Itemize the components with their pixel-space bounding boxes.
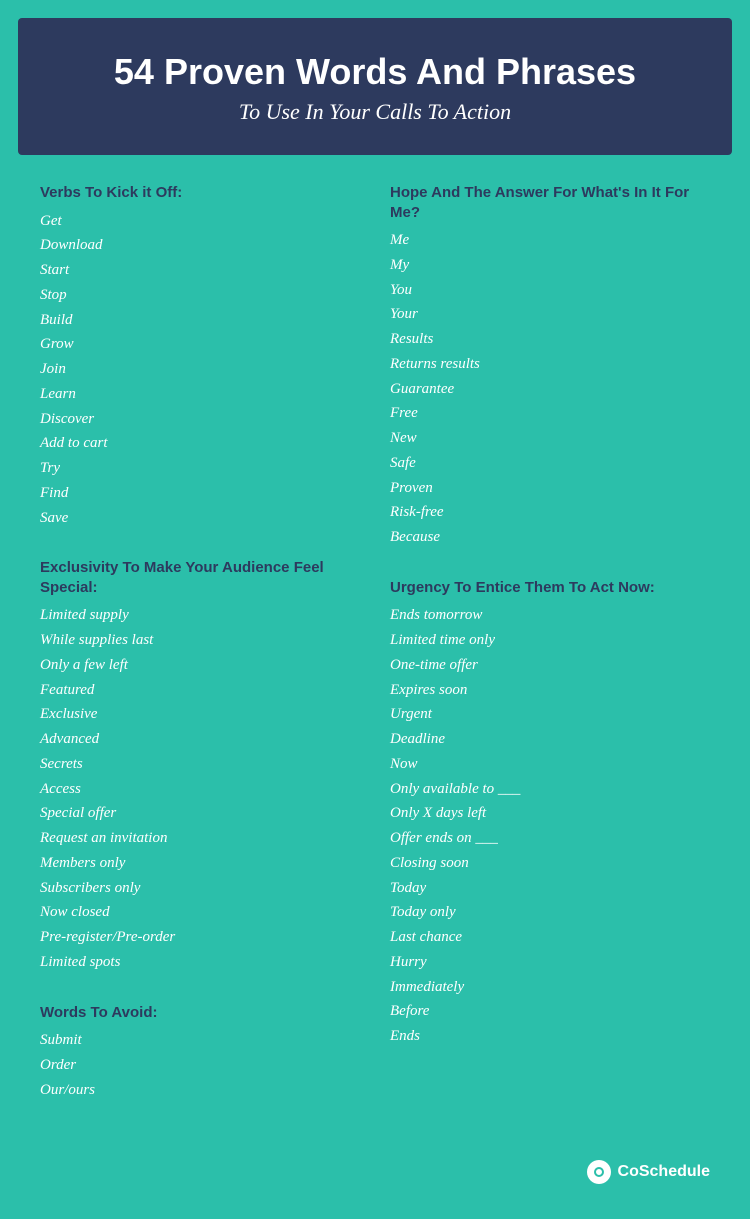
list-item: Learn <box>40 382 360 407</box>
list-item: Build <box>40 308 360 333</box>
section-items-urgency: Ends tomorrow Limited time only One-time… <box>390 603 710 1049</box>
list-item: Urgent <box>390 702 710 727</box>
list-item: Add to cart <box>40 431 360 456</box>
footer: CoSchedule <box>0 1150 750 1189</box>
section-items-exclusivity: Limited supply While supplies last Only … <box>40 603 360 974</box>
brand-name: CoSchedule <box>618 1163 710 1181</box>
list-item: Get <box>40 209 360 234</box>
list-item: Join <box>40 357 360 382</box>
list-item: Secrets <box>40 752 360 777</box>
section-title-exclusivity: Exclusivity To Make Your Audience Feel S… <box>40 558 360 597</box>
list-item: Submit <box>40 1028 360 1053</box>
list-item: One-time offer <box>390 653 710 678</box>
list-item: Ends <box>390 1024 710 1049</box>
brand-icon-inner <box>594 1167 604 1177</box>
list-item: Deadline <box>390 727 710 752</box>
list-item: Today <box>390 876 710 901</box>
section-title-avoid: Words To Avoid: <box>40 1003 360 1023</box>
section-verbs: Verbs To Kick it Off: Get Download Start… <box>40 183 360 530</box>
list-item: Pre-register/Pre-order <box>40 925 360 950</box>
list-item: Members only <box>40 851 360 876</box>
list-item: You <box>390 278 710 303</box>
list-item: Our/ours <box>40 1078 360 1103</box>
brand-icon <box>587 1160 611 1184</box>
content: Verbs To Kick it Off: Get Download Start… <box>0 155 750 1150</box>
section-title-hope: Hope And The Answer For What's In It For… <box>390 183 710 222</box>
list-item: Request an invitation <box>40 826 360 851</box>
list-item: Special offer <box>40 801 360 826</box>
list-item: Exclusive <box>40 702 360 727</box>
list-item: Only available to ___ <box>390 777 710 802</box>
list-item: Immediately <box>390 975 710 1000</box>
list-item: New <box>390 426 710 451</box>
list-item: Only a few left <box>40 653 360 678</box>
list-item: Limited supply <box>40 603 360 628</box>
list-item: Free <box>390 401 710 426</box>
header-title: 54 Proven Words And Phrases <box>58 50 692 93</box>
list-item: Advanced <box>40 727 360 752</box>
list-item: Start <box>40 258 360 283</box>
left-column: Verbs To Kick it Off: Get Download Start… <box>40 183 380 1130</box>
right-column: Hope And The Answer For What's In It For… <box>380 183 710 1130</box>
list-item: Order <box>40 1053 360 1078</box>
list-item: Your <box>390 302 710 327</box>
list-item: Last chance <box>390 925 710 950</box>
list-item: Offer ends on ___ <box>390 826 710 851</box>
list-item: Only X days left <box>390 801 710 826</box>
list-item: Risk-free <box>390 500 710 525</box>
list-item: Before <box>390 999 710 1024</box>
list-item: Closing soon <box>390 851 710 876</box>
list-item: My <box>390 253 710 278</box>
list-item: While supplies last <box>40 628 360 653</box>
list-item: Now closed <box>40 900 360 925</box>
list-item: Ends tomorrow <box>390 603 710 628</box>
list-item: Try <box>40 456 360 481</box>
page-wrapper: 54 Proven Words And Phrases To Use In Yo… <box>0 18 750 1219</box>
list-item: Find <box>40 481 360 506</box>
list-item: Grow <box>40 332 360 357</box>
section-avoid: Words To Avoid: Submit Order Our/ours <box>40 1003 360 1103</box>
list-item: Limited spots <box>40 950 360 975</box>
list-item: Access <box>40 777 360 802</box>
list-item: Save <box>40 506 360 531</box>
list-item: Download <box>40 233 360 258</box>
list-item: Now <box>390 752 710 777</box>
list-item: Hurry <box>390 950 710 975</box>
list-item: Today only <box>390 900 710 925</box>
list-item: Safe <box>390 451 710 476</box>
list-item: Featured <box>40 678 360 703</box>
list-item: Expires soon <box>390 678 710 703</box>
list-item: Returns results <box>390 352 710 377</box>
list-item: Guarantee <box>390 377 710 402</box>
brand: CoSchedule <box>587 1160 710 1184</box>
header: 54 Proven Words And Phrases To Use In Yo… <box>18 18 732 155</box>
header-subtitle: To Use In Your Calls To Action <box>58 99 692 125</box>
section-urgency: Urgency To Entice Them To Act Now: Ends … <box>390 578 710 1049</box>
section-hope: Hope And The Answer For What's In It For… <box>390 183 710 550</box>
section-title-verbs: Verbs To Kick it Off: <box>40 183 360 203</box>
list-item: Stop <box>40 283 360 308</box>
section-items-avoid: Submit Order Our/ours <box>40 1028 360 1102</box>
list-item: Results <box>390 327 710 352</box>
section-title-urgency: Urgency To Entice Them To Act Now: <box>390 578 710 598</box>
list-item: Limited time only <box>390 628 710 653</box>
list-item: Me <box>390 228 710 253</box>
list-item: Because <box>390 525 710 550</box>
section-exclusivity: Exclusivity To Make Your Audience Feel S… <box>40 558 360 974</box>
section-items-verbs: Get Download Start Stop Build Grow Join … <box>40 209 360 531</box>
list-item: Discover <box>40 407 360 432</box>
section-items-hope: Me My You Your Results Returns results G… <box>390 228 710 550</box>
list-item: Proven <box>390 476 710 501</box>
list-item: Subscribers only <box>40 876 360 901</box>
